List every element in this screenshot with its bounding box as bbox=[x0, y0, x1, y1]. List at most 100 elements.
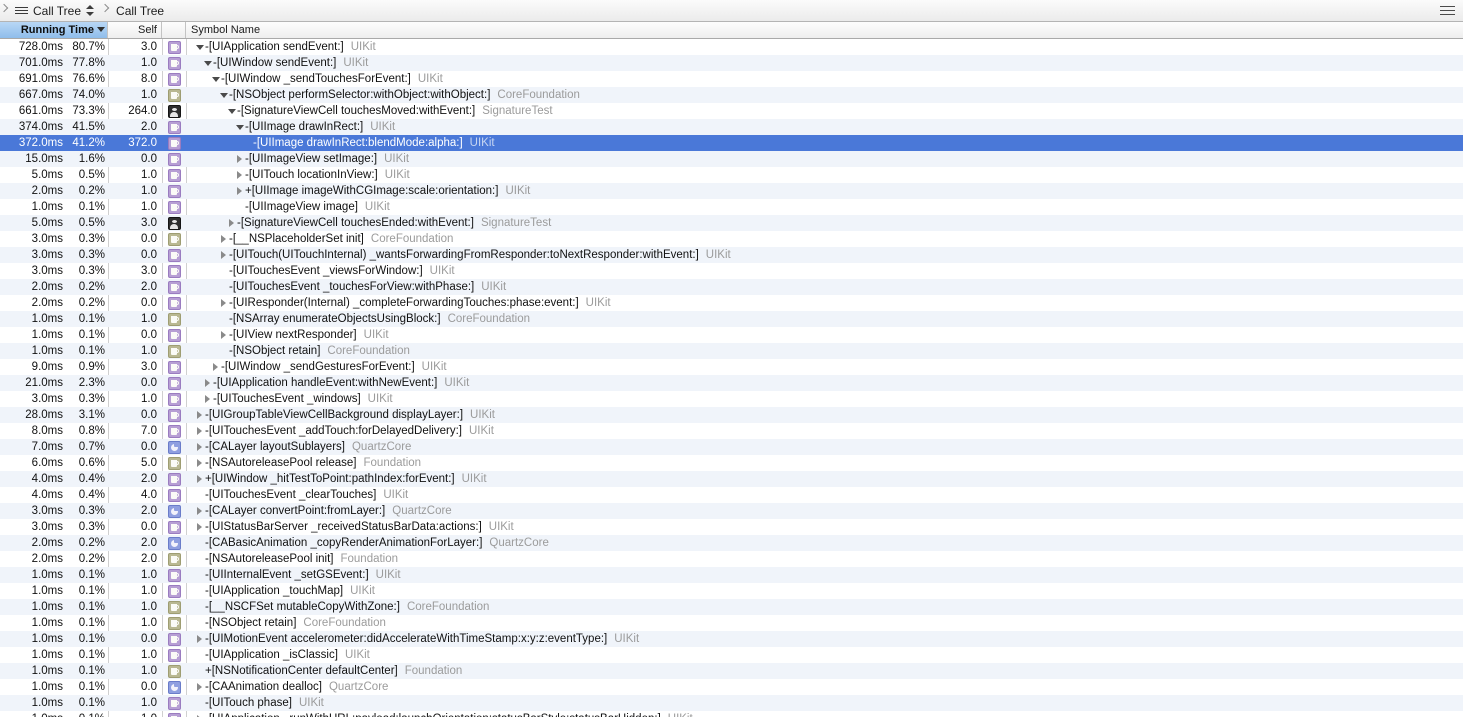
table-row[interactable]: 1.0ms 0.1% 1.0 -[__NSCFSet mutableCopyWithZ… bbox=[0, 599, 1463, 615]
table-row[interactable]: 9.0ms 0.9% 3.0 -[UIWindow _sendGesturesForE… bbox=[0, 359, 1463, 375]
table-row[interactable]: 1.0ms 0.1% 1.0 -[UIApplication _touchMap] UI… bbox=[0, 583, 1463, 599]
disclosure-triangle-icon[interactable] bbox=[244, 138, 253, 149]
table-row[interactable]: 5.0ms 0.5% 3.0 -[SignatureViewCell touchesE… bbox=[0, 215, 1463, 231]
table-row[interactable]: 28.0ms 3.1% 0.0 -[UIGroupTableViewCellBackg… bbox=[0, 407, 1463, 423]
table-row[interactable]: 7.0ms 0.7% 0.0 -[CALayer layoutSublayers] Qu… bbox=[0, 439, 1463, 455]
disclosure-triangle-icon[interactable] bbox=[196, 602, 205, 613]
disclosure-triangle-icon[interactable] bbox=[196, 410, 205, 421]
disclosure-triangle-icon[interactable] bbox=[196, 666, 205, 677]
disclosure-triangle-icon[interactable] bbox=[236, 170, 245, 181]
breadcrumb-call-tree-menu[interactable]: Call Tree bbox=[9, 0, 101, 21]
table-row[interactable]: 1.0ms 0.1% 0.0 -[UIMotionEvent acceleromete… bbox=[0, 631, 1463, 647]
breadcrumb-call-tree-current[interactable]: Call Tree bbox=[110, 0, 170, 21]
disclosure-triangle-icon[interactable] bbox=[236, 122, 245, 133]
disclosure-triangle-icon[interactable] bbox=[220, 282, 229, 293]
disclosure-triangle-icon[interactable] bbox=[196, 522, 205, 533]
disclosure-triangle-icon[interactable] bbox=[196, 554, 205, 565]
disclosure-triangle-icon[interactable] bbox=[196, 714, 205, 717]
table-row[interactable]: 661.0ms 73.3% 264.0 -[SignatureViewCell tou… bbox=[0, 103, 1463, 119]
disclosure-triangle-icon[interactable] bbox=[212, 362, 221, 373]
disclosure-triangle-icon[interactable] bbox=[220, 250, 229, 261]
table-row[interactable]: 5.0ms 0.5% 1.0 -[UITouch locationInView:] UI… bbox=[0, 167, 1463, 183]
table-row[interactable]: 21.0ms 2.3% 0.0 -[UIApplication handleEvent… bbox=[0, 375, 1463, 391]
cell-library-badge bbox=[162, 520, 186, 534]
disclosure-triangle-icon[interactable] bbox=[220, 234, 229, 245]
disclosure-triangle-icon[interactable] bbox=[196, 442, 205, 453]
disclosure-triangle-icon[interactable] bbox=[204, 394, 213, 405]
table-row[interactable]: 2.0ms 0.2% 2.0 -[CABasicAnimation _copyRend… bbox=[0, 535, 1463, 551]
disclosure-triangle-icon[interactable] bbox=[196, 458, 205, 469]
column-header-self[interactable]: Self bbox=[108, 22, 162, 38]
up-down-arrows-icon[interactable] bbox=[86, 4, 95, 17]
table-row[interactable]: 3.0ms 0.3% 3.0 -[UITouchesEvent _viewsForWi… bbox=[0, 263, 1463, 279]
disclosure-triangle-icon[interactable] bbox=[196, 586, 205, 597]
disclosure-triangle-icon[interactable] bbox=[196, 506, 205, 517]
disclosure-triangle-icon[interactable] bbox=[204, 58, 213, 69]
disclosure-triangle-icon[interactable] bbox=[196, 538, 205, 549]
table-row[interactable]: 3.0ms 0.3% 2.0 -[CALayer convertPoint:fromL… bbox=[0, 503, 1463, 519]
disclosure-triangle-icon[interactable] bbox=[196, 42, 205, 53]
disclosure-triangle-icon[interactable] bbox=[196, 698, 205, 709]
disclosure-triangle-icon[interactable] bbox=[220, 330, 229, 341]
call-tree-table[interactable]: 728.0ms 80.7% 3.0 -[UIApplication sendEvent… bbox=[0, 39, 1463, 717]
disclosure-triangle-icon[interactable] bbox=[236, 186, 245, 197]
disclosure-triangle-icon[interactable] bbox=[236, 154, 245, 165]
disclosure-triangle-icon[interactable] bbox=[220, 314, 229, 325]
column-header-running-time[interactable]: Running Time bbox=[0, 22, 108, 38]
table-row[interactable]: 2.0ms 0.2% 2.0 -[UITouchesEvent _touchesFor… bbox=[0, 279, 1463, 295]
options-hamburger-icon[interactable] bbox=[1440, 5, 1455, 17]
disclosure-triangle-icon[interactable] bbox=[220, 298, 229, 309]
table-row[interactable]: 2.0ms 0.2% 0.0 -[UIResponder(Internal) _com… bbox=[0, 295, 1463, 311]
table-row[interactable]: 1.0ms 0.1% 1.0 -[UITouch phase] UIKit bbox=[0, 695, 1463, 711]
table-row[interactable]: 691.0ms 76.6% 8.0 -[UIWindow _sendTouchesFo… bbox=[0, 71, 1463, 87]
table-row[interactable]: 8.0ms 0.8% 7.0 -[UITouchesEvent _addTouch:f… bbox=[0, 423, 1463, 439]
table-row[interactable]: 1.0ms 0.1% 1.0 -[UIImageView image] UIKit bbox=[0, 199, 1463, 215]
disclosure-triangle-icon[interactable] bbox=[220, 90, 229, 101]
table-row[interactable]: 372.0ms 41.2% 372.0 -[UIImage drawInRect:bl… bbox=[0, 135, 1463, 151]
table-row[interactable]: 3.0ms 0.3% 1.0 -[UITouchesEvent _windows] UI… bbox=[0, 391, 1463, 407]
table-row[interactable]: 1.0ms 0.1% 0.0 -[UIView nextResponder] UIKit bbox=[0, 327, 1463, 343]
column-header-library-icon[interactable] bbox=[162, 22, 186, 38]
table-row[interactable]: 4.0ms 0.4% 4.0 -[UITouchesEvent _clearTouch… bbox=[0, 487, 1463, 503]
disclosure-triangle-icon[interactable] bbox=[220, 266, 229, 277]
disclosure-triangle-icon[interactable] bbox=[196, 618, 205, 629]
disclosure-triangle-icon[interactable] bbox=[196, 570, 205, 581]
disclosure-triangle-icon[interactable] bbox=[196, 426, 205, 437]
table-row[interactable]: 1.0ms 0.1% 1.0 -[NSArray enumerateObjectsUs… bbox=[0, 311, 1463, 327]
disclosure-triangle-icon[interactable] bbox=[196, 634, 205, 645]
disclosure-triangle-icon[interactable] bbox=[196, 490, 205, 501]
table-row[interactable]: 1.0ms0.1%1.0 -[UIApplication _runWithURL:… bbox=[0, 711, 1463, 717]
column-header-symbol-name[interactable]: Symbol Name bbox=[186, 22, 1463, 38]
table-row[interactable]: 2.0ms 0.2% 2.0 -[NSAutoreleasePool init] Fou… bbox=[0, 551, 1463, 567]
disclosure-triangle-icon[interactable] bbox=[212, 74, 221, 85]
table-row[interactable]: 374.0ms 41.5% 2.0 -[UIImage drawInRect:] UIK… bbox=[0, 119, 1463, 135]
table-row[interactable]: 2.0ms 0.2% 1.0 +[UIImage imageWithCGImage:s… bbox=[0, 183, 1463, 199]
table-row[interactable]: 1.0ms 0.1% 1.0 +[NSNotificationCenter defau… bbox=[0, 663, 1463, 679]
cell-running-time: 701.0ms 77.8% bbox=[0, 57, 108, 69]
disclosure-triangle-icon[interactable] bbox=[228, 106, 237, 117]
table-row[interactable]: 1.0ms 0.1% 1.0 -[UIInternalEvent _setGSEven… bbox=[0, 567, 1463, 583]
table-row[interactable]: 667.0ms 74.0% 1.0 -[NSObject performSelecto… bbox=[0, 87, 1463, 103]
table-row[interactable]: 1.0ms 0.1% 1.0 -[NSObject retain] CoreFounda… bbox=[0, 615, 1463, 631]
table-row[interactable]: 15.0ms 1.6% 0.0 -[UIImageView setImage:] UIK… bbox=[0, 151, 1463, 167]
table-row[interactable]: 4.0ms 0.4% 2.0 +[UIWindow _hitTestToPoint:p… bbox=[0, 471, 1463, 487]
cell-self-time: 1.0 bbox=[141, 313, 157, 325]
table-row[interactable]: 1.0ms 0.1% 0.0 -[CAAnimation dealloc] Quartz… bbox=[0, 679, 1463, 695]
disclosure-triangle-icon[interactable] bbox=[228, 218, 237, 229]
table-row[interactable]: 3.0ms 0.3% 0.0 -[UIStatusBarServer _receive… bbox=[0, 519, 1463, 535]
table-row[interactable]: 1.0ms 0.1% 1.0 -[UIApplication _isClassic] U… bbox=[0, 647, 1463, 663]
disclosure-triangle-icon[interactable] bbox=[196, 682, 205, 693]
disclosure-triangle-icon[interactable] bbox=[196, 650, 205, 661]
disclosure-triangle-icon[interactable] bbox=[220, 346, 229, 357]
disclosure-triangle-icon[interactable] bbox=[204, 378, 213, 389]
table-row[interactable]: 3.0ms 0.3% 0.0 -[__NSPlaceholderSet init] Co… bbox=[0, 231, 1463, 247]
cell-library-badge bbox=[162, 56, 186, 70]
table-row[interactable]: 6.0ms 0.6% 5.0 -[NSAutoreleasePool release]… bbox=[0, 455, 1463, 471]
library-name-text: UIKit bbox=[705, 249, 731, 261]
disclosure-triangle-icon[interactable] bbox=[196, 474, 205, 485]
table-row[interactable]: 701.0ms 77.8% 1.0 -[UIWindow sendEvent:] UIK… bbox=[0, 55, 1463, 71]
disclosure-triangle-icon[interactable] bbox=[236, 202, 245, 213]
table-row[interactable]: 1.0ms 0.1% 1.0 -[NSObject retain] CoreFounda… bbox=[0, 343, 1463, 359]
table-row[interactable]: 728.0ms 80.7% 3.0 -[UIApplication sendEvent… bbox=[0, 39, 1463, 55]
table-row[interactable]: 3.0ms 0.3% 0.0 -[UITouch(UITouchInternal) _… bbox=[0, 247, 1463, 263]
